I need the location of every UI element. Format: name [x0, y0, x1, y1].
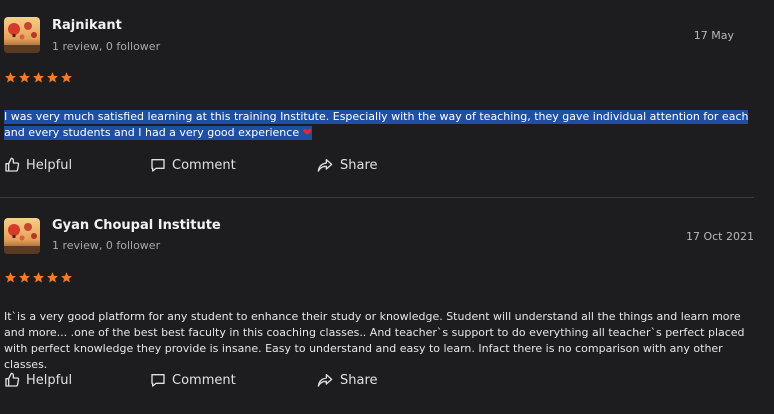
comment-icon [151, 374, 165, 387]
star-rating [4, 71, 73, 84]
star-icon [19, 72, 30, 83]
star-icon [47, 272, 58, 283]
comment-button[interactable]: Comment [150, 372, 316, 388]
share-button[interactable]: Share [316, 372, 378, 388]
star-icon [33, 72, 44, 83]
reviewer-name[interactable]: Rajnikant [52, 18, 122, 33]
comment-button[interactable]: Comment [150, 157, 316, 173]
review-card: Rajnikant 1 review, 0 follower 17 May I … [0, 0, 754, 198]
helpful-button[interactable]: Helpful [4, 372, 150, 388]
thumbs-up-icon [5, 372, 20, 387]
reviewer-stats: 1 review, 0 follower [52, 239, 161, 252]
review-text-content: I was very much satisfied learning at th… [4, 110, 749, 139]
heart-icon: ❤ [302, 126, 312, 139]
share-label: Share [340, 372, 378, 388]
helpful-label: Helpful [26, 372, 73, 388]
comment-label: Comment [172, 157, 236, 173]
reviewer-stats: 1 review, 0 follower [52, 40, 161, 53]
review-actions: Helpful Comment Share [4, 372, 378, 388]
share-icon [317, 374, 333, 387]
share-button[interactable]: Share [316, 157, 378, 173]
reviewer-name[interactable]: Gyan Choupal Institute [52, 218, 221, 233]
thumbs-up-icon [5, 157, 20, 172]
helpful-button[interactable]: Helpful [4, 157, 150, 173]
avatar[interactable] [4, 17, 40, 53]
helpful-label: Helpful [26, 157, 73, 173]
review-text: I was very much satisfied learning at th… [4, 109, 758, 141]
star-icon [61, 272, 72, 283]
review-date: 17 Oct 2021 [685, 230, 754, 243]
star-icon [47, 72, 58, 83]
share-icon [317, 159, 333, 172]
comment-label: Comment [172, 372, 236, 388]
star-rating [4, 271, 73, 284]
review-actions: Helpful Comment Share [4, 157, 378, 173]
star-icon [33, 272, 44, 283]
review-date: 17 May [693, 29, 734, 42]
avatar[interactable] [4, 218, 40, 254]
star-icon [5, 72, 16, 83]
share-label: Share [340, 157, 378, 173]
star-icon [61, 72, 72, 83]
comment-icon [151, 159, 165, 172]
star-icon [19, 272, 30, 283]
review-card: Gyan Choupal Institute 1 review, 0 follo… [0, 198, 774, 413]
review-text: It`is a very good platform for any stude… [4, 310, 745, 371]
star-icon [5, 272, 16, 283]
